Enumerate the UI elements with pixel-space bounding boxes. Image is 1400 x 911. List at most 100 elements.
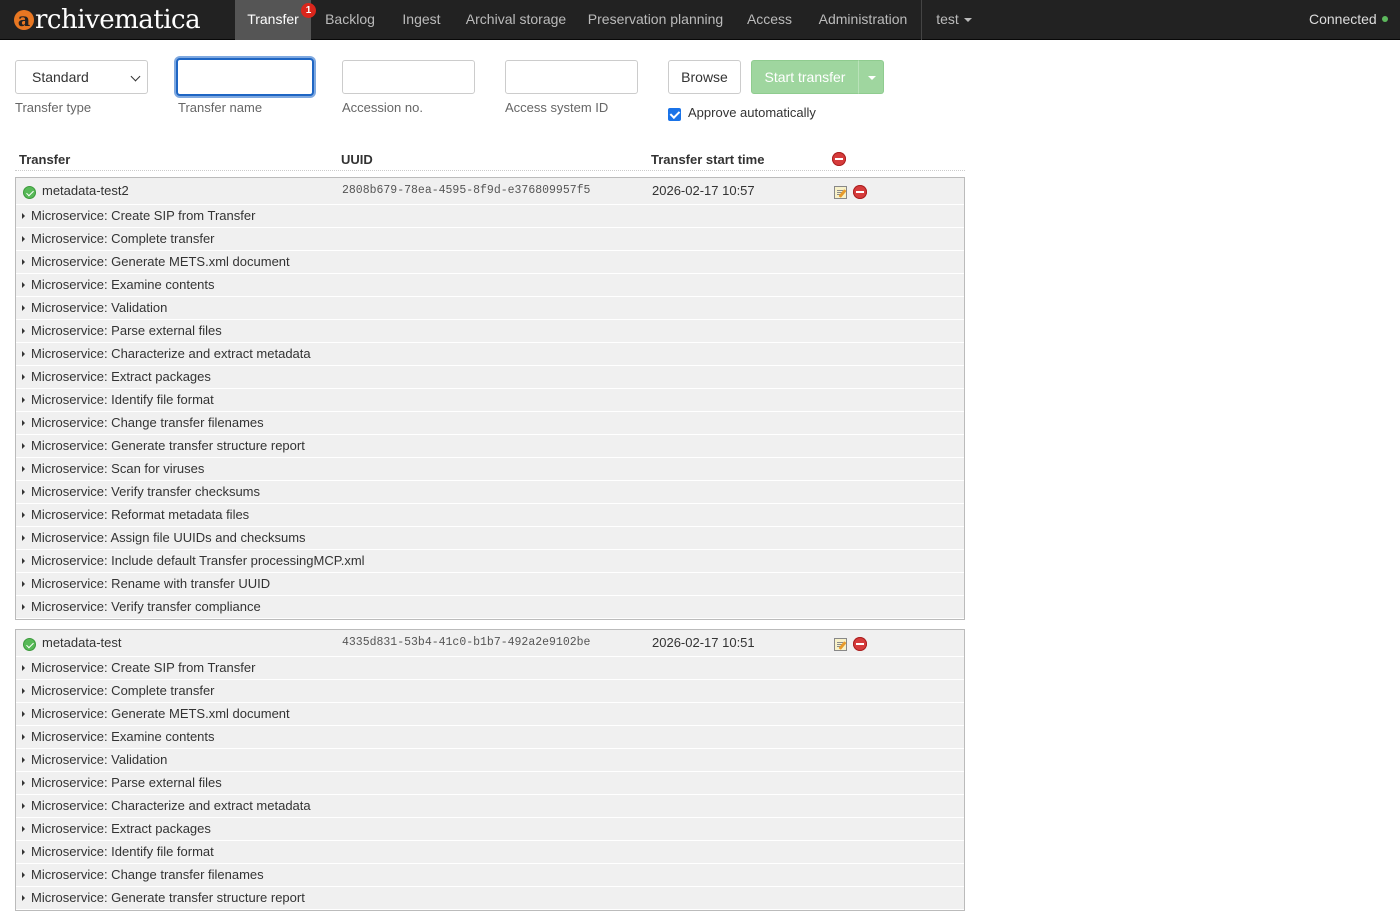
microservice-row[interactable]: Microservice: Generate transfer structur…: [16, 435, 964, 458]
access-system-id-input[interactable]: [505, 60, 638, 94]
microservice-row[interactable]: Microservice: Validation: [16, 297, 964, 320]
microservice-row[interactable]: Microservice: Create SIP from Transfer: [16, 657, 964, 680]
caret-right-icon: [22, 757, 25, 763]
microservice-row[interactable]: Microservice: Include default Transfer p…: [16, 550, 964, 573]
caret-right-icon: [22, 236, 25, 242]
caret-right-icon: [22, 512, 25, 518]
column-header-start-time: Transfer start time: [651, 152, 765, 167]
microservice-label: Microservice: Generate transfer structur…: [31, 438, 305, 453]
nav-administration-label: Administration: [818, 11, 908, 27]
transfer-name-input[interactable]: [176, 58, 314, 96]
start-transfer-dropdown-toggle[interactable]: [858, 60, 884, 94]
microservice-row[interactable]: Microservice: Examine contents: [16, 274, 964, 297]
microservice-row[interactable]: Microservice: Parse external files: [16, 772, 964, 795]
start-transfer-button[interactable]: Start transfer: [751, 60, 859, 94]
microservice-row[interactable]: Microservice: Parse external files: [16, 320, 964, 343]
logo-letter: a: [14, 10, 34, 30]
column-header-transfer: Transfer: [19, 152, 71, 167]
nav-access[interactable]: Access: [733, 0, 806, 40]
approve-automatically-checkbox[interactable]: [668, 108, 681, 121]
caret-right-icon: [22, 711, 25, 717]
accession-number-label: Accession no.: [342, 100, 423, 115]
microservice-row[interactable]: Microservice: Generate transfer structur…: [16, 887, 964, 910]
transfer-start-time: 2026-02-17 10:57: [652, 183, 755, 198]
nav-archival-storage[interactable]: Archival storage: [454, 0, 578, 40]
nav-ingest[interactable]: Ingest: [389, 0, 454, 40]
microservice-label: Microservice: Extract packages: [31, 369, 211, 384]
microservice-row[interactable]: Microservice: Extract packages: [16, 818, 964, 841]
microservice-row[interactable]: Microservice: Validation: [16, 749, 964, 772]
user-menu-label: test: [936, 11, 959, 27]
microservice-row[interactable]: Microservice: Assign file UUIDs and chec…: [16, 527, 964, 550]
microservice-row[interactable]: Microservice: Change transfer filenames: [16, 412, 964, 435]
microservice-row[interactable]: Microservice: Complete transfer: [16, 228, 964, 251]
microservice-row[interactable]: Microservice: Rename with transfer UUID: [16, 573, 964, 596]
microservice-row[interactable]: Microservice: Verify transfer compliance: [16, 596, 964, 619]
microservice-row[interactable]: Microservice: Scan for viruses: [16, 458, 964, 481]
microservice-row[interactable]: Microservice: Reformat metadata files: [16, 504, 964, 527]
archivematica-logo[interactable]: a rchivematica: [14, 4, 201, 36]
browse-button[interactable]: Browse: [668, 60, 741, 94]
caret-right-icon: [22, 849, 25, 855]
user-menu[interactable]: test: [922, 0, 986, 40]
remove-transfer-icon[interactable]: [853, 637, 867, 651]
microservice-row[interactable]: Microservice: Extract packages: [16, 366, 964, 389]
transfer-name[interactable]: metadata-test2: [42, 183, 129, 198]
microservice-row[interactable]: Microservice: Verify transfer checksums: [16, 481, 964, 504]
caret-right-icon: [22, 489, 25, 495]
microservice-row[interactable]: Microservice: Identify file format: [16, 389, 964, 412]
microservice-label: Microservice: Change transfer filenames: [31, 867, 264, 882]
nav-transfer[interactable]: Transfer 1: [235, 0, 316, 40]
microservice-row[interactable]: Microservice: Change transfer filenames: [16, 864, 964, 887]
microservice-label: Microservice: Assign file UUIDs and chec…: [31, 530, 306, 545]
caret-right-icon: [22, 420, 25, 426]
transfer-uuid: 2808b679-78ea-4595-8f9d-e376809957f5: [342, 184, 591, 197]
microservice-row[interactable]: Microservice: Examine contents: [16, 726, 964, 749]
caret-right-icon: [22, 328, 25, 334]
remove-all-icon[interactable]: [832, 152, 846, 166]
caret-right-icon: [22, 213, 25, 219]
microservice-label: Microservice: Create SIP from Transfer: [31, 660, 256, 675]
remove-transfer-icon[interactable]: [853, 185, 867, 199]
microservice-row[interactable]: Microservice: Identify file format: [16, 841, 964, 864]
caret-right-icon: [22, 734, 25, 740]
microservice-row[interactable]: Microservice: Complete transfer: [16, 680, 964, 703]
transfer-type-select[interactable]: Standard: [15, 60, 148, 94]
metadata-edit-icon[interactable]: [834, 638, 847, 651]
microservice-label: Microservice: Parse external files: [31, 775, 222, 790]
microservice-label: Microservice: Generate transfer structur…: [31, 890, 305, 905]
transfer-start-time: 2026-02-17 10:51: [652, 635, 755, 650]
microservice-row[interactable]: Microservice: Characterize and extract m…: [16, 795, 964, 818]
transfer-row: metadata-test 4335d831-53b4-41c0-b1b7-49…: [15, 629, 965, 911]
transfer-row-header[interactable]: metadata-test 4335d831-53b4-41c0-b1b7-49…: [16, 630, 964, 657]
access-system-id-label: Access system ID: [505, 100, 609, 115]
microservice-row[interactable]: Microservice: Characterize and extract m…: [16, 343, 964, 366]
accession-number-input[interactable]: [342, 60, 475, 94]
complete-status-icon: [23, 186, 36, 199]
nav-archival-storage-label: Archival storage: [465, 11, 567, 27]
microservice-label: Microservice: Scan for viruses: [31, 461, 205, 476]
nav-backlog[interactable]: Backlog: [311, 0, 389, 40]
microservice-row[interactable]: Microservice: Generate METS.xml document: [16, 703, 964, 726]
caret-right-icon: [22, 282, 25, 288]
nav-access-label: Access: [746, 11, 793, 27]
microservice-row[interactable]: Microservice: Create SIP from Transfer: [16, 205, 964, 228]
microservice-label: Microservice: Verify transfer checksums: [31, 484, 261, 499]
chevron-down-icon: [963, 18, 972, 23]
caret-right-icon: [22, 351, 25, 357]
nav-administration[interactable]: Administration: [806, 0, 920, 40]
nav-preservation-planning[interactable]: Preservation planning: [578, 0, 733, 40]
caret-right-icon: [22, 259, 25, 265]
caret-right-icon: [22, 872, 25, 878]
transfer-name[interactable]: metadata-test: [42, 635, 122, 650]
microservice-label: Microservice: Examine contents: [31, 277, 215, 292]
metadata-edit-icon[interactable]: [834, 186, 847, 199]
caret-right-icon: [22, 443, 25, 449]
top-navbar: a rchivematica Transfer 1 Backlog Ingest…: [0, 0, 1400, 40]
nav-preservation-planning-label: Preservation planning: [587, 11, 724, 27]
microservice-label: Microservice: Rename with transfer UUID: [31, 576, 271, 591]
transfer-row-header[interactable]: metadata-test2 2808b679-78ea-4595-8f9d-e…: [16, 178, 964, 205]
microservice-row[interactable]: Microservice: Generate METS.xml document: [16, 251, 964, 274]
microservice-label: Microservice: Validation: [31, 300, 168, 315]
microservice-label: Microservice: Parse external files: [31, 323, 222, 338]
